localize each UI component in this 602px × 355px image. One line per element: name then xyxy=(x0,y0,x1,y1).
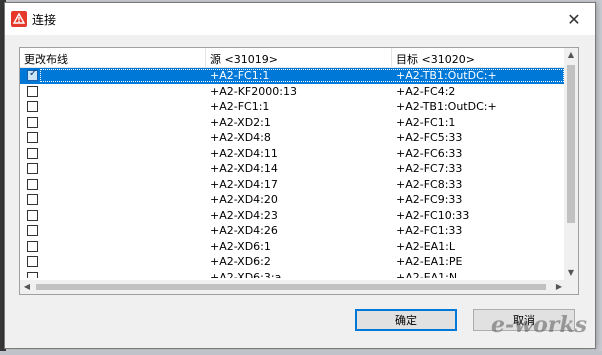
change-routing-checkbox[interactable] xyxy=(27,209,38,221)
target-cell: +A2-EA1:N xyxy=(396,270,458,279)
connections-list[interactable]: 更改布线 源 <31019> 目标 <31020> +A2-FC1:1 +A2-T… xyxy=(19,47,579,295)
list-header: 更改布线 源 <31019> 目标 <31020> xyxy=(20,48,566,68)
target-cell: +A2-EA1:PE xyxy=(396,255,463,268)
background-window-edge-bottom xyxy=(0,351,602,355)
target-cell: +A2-FC6:33 xyxy=(396,146,463,160)
list-row[interactable]: +A2-XD4:14 +A2-FC7:33 xyxy=(20,161,566,177)
target-cell: +A2-FC8:33 xyxy=(396,177,463,191)
column-header-source[interactable]: 源 <31019> xyxy=(210,51,278,67)
ok-button[interactable]: 确定 xyxy=(355,309,457,331)
list-row[interactable]: +A2-FC1:1 +A2-TB1:OutDC:+ xyxy=(20,99,566,115)
change-routing-checkbox[interactable] xyxy=(27,271,38,278)
column-divider[interactable] xyxy=(391,48,392,68)
scrollbar-corner xyxy=(564,280,578,294)
change-routing-checkbox[interactable] xyxy=(27,240,38,252)
close-button[interactable]: ✕ xyxy=(557,7,591,31)
source-cell: +A2-XD4:14 xyxy=(210,162,278,175)
list-row[interactable]: +A2-FC1:1 +A2-TB1:OutDC:+ xyxy=(20,68,566,84)
target-cell: +A2-FC4:2 xyxy=(396,84,456,98)
change-routing-checkbox[interactable] xyxy=(27,101,38,112)
target-cell: +A2-FC7:33 xyxy=(396,162,463,175)
change-routing-checkbox[interactable] xyxy=(27,132,38,143)
horizontal-scrollbar[interactable]: ◀ ▶ xyxy=(20,280,566,294)
connections-dialog: 连接 ✕ 更改布线 源 <31019> 目标 <31020> +A2-FC1:1… xyxy=(4,2,596,349)
list-row[interactable]: +A2-XD4:26 +A2-FC1:33 xyxy=(20,223,566,239)
horizontal-scroll-thumb[interactable] xyxy=(36,284,546,290)
watermark-logo: e-works xyxy=(491,312,587,338)
scroll-left-icon[interactable]: ◀ xyxy=(20,280,34,294)
scroll-down-icon[interactable]: ▼ xyxy=(564,266,578,280)
target-cell: +A2-FC10:33 xyxy=(396,208,470,222)
source-cell: +A2-XD4:20 xyxy=(210,193,278,206)
column-header-target[interactable]: 目标 <31020> xyxy=(396,51,475,67)
list-row[interactable]: +A2-KF2000:13 +A2-FC4:2 xyxy=(20,84,566,100)
column-header-change-routing[interactable]: 更改布线 xyxy=(24,51,68,67)
title-bar: 连接 ✕ xyxy=(5,3,595,35)
column-divider[interactable] xyxy=(205,48,206,68)
list-row[interactable]: +A2-XD4:23 +A2-FC10:33 xyxy=(20,208,566,224)
scroll-up-icon[interactable]: ▲ xyxy=(564,48,578,62)
close-icon: ✕ xyxy=(567,9,581,29)
source-cell: +A2-XD6:2 xyxy=(210,255,271,268)
target-cell: +A2-TB1:OutDC:+ xyxy=(396,100,497,113)
list-rows: +A2-FC1:1+A2-TB1:OutDC:++A2-KF2000:13+A2… xyxy=(20,68,566,278)
list-row[interactable]: +A2-XD4:17 +A2-FC8:33 xyxy=(20,177,566,193)
change-routing-checkbox[interactable] xyxy=(27,194,38,205)
change-routing-checkbox[interactable] xyxy=(27,256,38,267)
target-cell: +A2-TB1:OutDC:+ xyxy=(396,69,497,82)
change-routing-checkbox[interactable] xyxy=(27,163,38,174)
list-row[interactable]: +A2-XD2:1 +A2-FC1:1 xyxy=(20,115,566,131)
list-row[interactable]: +A2-XD6:2 +A2-EA1:PE xyxy=(20,254,566,270)
list-row[interactable]: +A2-XD4:11 +A2-FC6:33 xyxy=(20,146,566,162)
source-cell: +A2-XD6:1 xyxy=(210,239,271,253)
source-cell: +A2-XD6:3:a xyxy=(210,270,282,279)
change-routing-checkbox[interactable] xyxy=(27,147,38,159)
change-routing-checkbox[interactable] xyxy=(27,225,38,236)
app-warning-icon xyxy=(11,11,27,27)
source-cell: +A2-KF2000:13 xyxy=(210,84,297,98)
source-cell: +A2-FC1:1 xyxy=(210,69,270,82)
change-routing-checkbox[interactable] xyxy=(27,116,38,128)
target-cell: +A2-EA1:L xyxy=(396,239,456,253)
source-cell: +A2-XD4:17 xyxy=(210,177,278,191)
vertical-scroll-thumb[interactable] xyxy=(567,65,575,223)
target-cell: +A2-FC5:33 xyxy=(396,131,463,144)
source-cell: +A2-XD2:1 xyxy=(210,115,271,129)
change-routing-checkbox[interactable] xyxy=(27,85,38,97)
source-cell: +A2-XD4:23 xyxy=(210,208,278,222)
source-cell: +A2-XD4:26 xyxy=(210,224,278,237)
target-cell: +A2-FC1:33 xyxy=(396,224,463,237)
source-cell: +A2-FC1:1 xyxy=(210,100,270,113)
source-cell: +A2-XD4:11 xyxy=(210,146,278,160)
change-routing-checkbox[interactable] xyxy=(27,178,38,190)
list-row[interactable]: +A2-XD4:8 +A2-FC5:33 xyxy=(20,130,566,146)
target-cell: +A2-FC9:33 xyxy=(396,193,463,206)
change-routing-checkbox[interactable] xyxy=(27,68,38,81)
list-row[interactable]: +A2-XD4:20 +A2-FC9:33 xyxy=(20,192,566,208)
dialog-title: 连接 xyxy=(32,13,57,27)
source-cell: +A2-XD4:8 xyxy=(210,131,271,144)
list-row[interactable]: +A2-XD6:3:a +A2-EA1:N xyxy=(20,270,566,279)
list-row[interactable]: +A2-XD6:1 +A2-EA1:L xyxy=(20,239,566,255)
vertical-scrollbar[interactable]: ▲ ▼ xyxy=(564,48,578,280)
target-cell: +A2-FC1:1 xyxy=(396,115,456,129)
